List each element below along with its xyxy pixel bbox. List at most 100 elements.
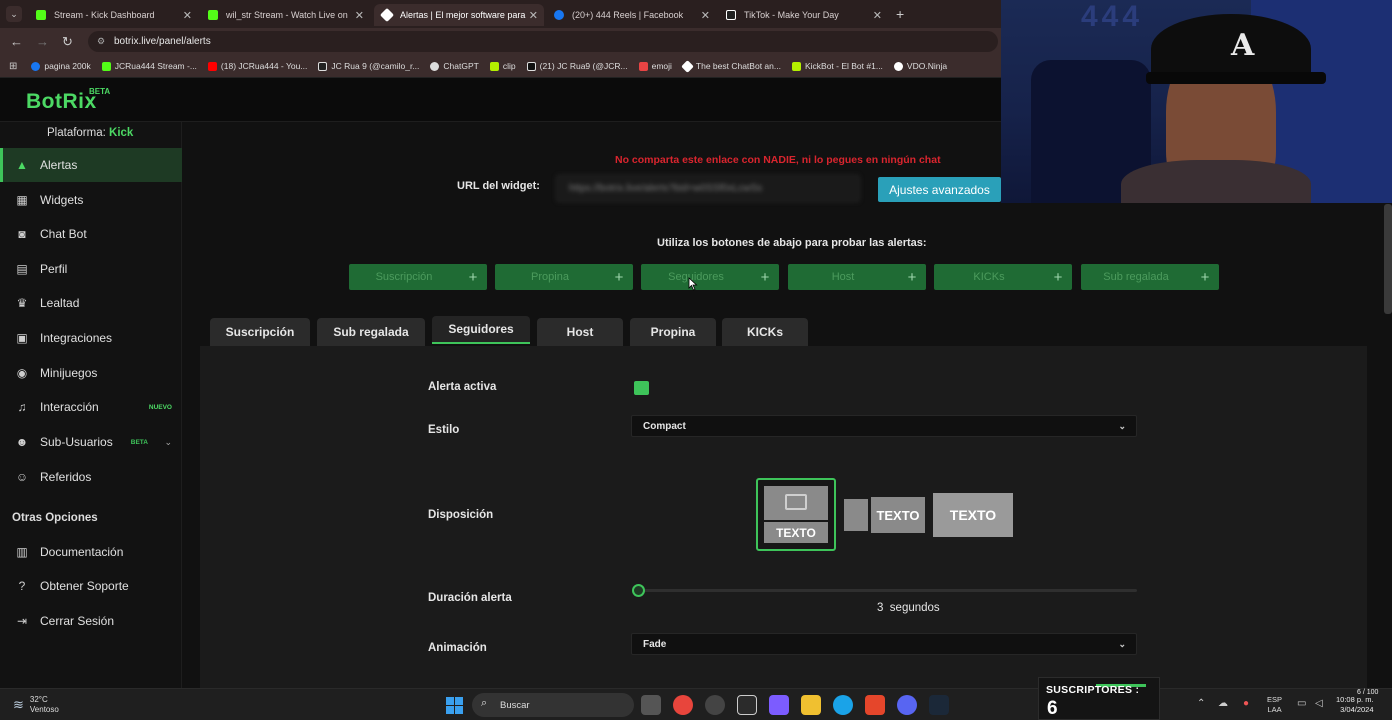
file-explorer-icon[interactable] [801,695,821,715]
style-select[interactable]: Compact ⌄ [631,415,1137,437]
tab-sub-regalada[interactable]: Sub regalada [317,318,425,346]
apps-grid-icon[interactable]: ⊞ [9,61,17,72]
chevron-up-icon[interactable]: ⌃ [1197,698,1205,709]
site-info-icon[interactable]: ⚙ [97,36,105,47]
bookmark[interactable]: VDO.Ninja [893,61,947,71]
bookmark[interactable]: JCRua444 Stream -... [101,61,197,71]
obs-icon[interactable] [705,695,725,715]
test-sub-regalada-button[interactable]: Sub regalada + [1081,264,1219,290]
chevron-down-icon[interactable]: ⌄ [164,437,172,448]
microphone-icon[interactable]: ● [1243,698,1249,709]
active-alert-checkbox[interactable] [634,381,649,395]
taskbar-clock[interactable]: 10:08 p. m. 3/04/2024 [1336,695,1374,715]
brave-icon[interactable] [865,695,885,715]
windows-start-icon[interactable] [446,697,464,714]
test-seguidores-button[interactable]: Seguidores + [641,264,779,290]
tab-title: Stream - Kick Dashboard [54,10,155,20]
test-host-button[interactable]: Host + [788,264,926,290]
browser-tab-alertas[interactable]: Alertas | El mejor software para ✕ [374,4,544,26]
sidebar-item-label: Perfil [40,262,68,276]
temperature: 32°C [29,695,48,704]
test-suscripcion-button[interactable]: Suscripción + [349,264,487,290]
sidebar-item-documentacion[interactable]: ▥ Documentación [0,535,182,569]
weather-widget[interactable]: ≋ 32°C Ventoso [13,695,59,715]
layout-option-image-above-text[interactable]: TEXTO [756,478,836,551]
bookmark[interactable]: clip [489,61,516,71]
close-icon[interactable]: ✕ [873,9,882,22]
close-icon[interactable]: ✕ [183,9,192,22]
sidebar-item-minijuegos[interactable]: ◉ Minijuegos [0,356,182,390]
sidebar-item-perfil[interactable]: ▤ Perfil [0,252,182,286]
new-tab-icon[interactable]: + [896,6,904,22]
layout-text-sample: TEXTO [949,507,997,523]
bookmark[interactable]: The best ChatBot an... [681,59,781,73]
streamlabs-icon[interactable] [737,695,757,715]
music-note-icon: ♫ [17,400,27,414]
botrix-logo[interactable]: BotRix [26,90,97,114]
close-icon[interactable]: ✕ [529,9,538,22]
bookmark[interactable]: (18) JCRua444 - You... [207,61,307,71]
browser-tab-kick-dashboard[interactable]: Stream - Kick Dashboard ✕ [28,4,198,26]
cloud-icon[interactable]: ☁ [1218,698,1228,709]
page-scrollbar[interactable] [1384,204,1392,314]
copilot-icon[interactable] [769,695,789,715]
test-button-label: KICKs [973,271,1005,283]
close-icon[interactable]: ✕ [355,9,364,22]
bookmark[interactable]: emoji [638,61,672,71]
test-propina-button[interactable]: Propina + [495,264,633,290]
sidebar-item-cerrar-sesion[interactable]: ⇥ Cerrar Sesión [0,604,182,638]
sidebar-item-sub-usuarios[interactable]: ☻ Sub-Usuarios BETA ⌄ [0,425,182,459]
sidebar-item-lealtad[interactable]: ♛ Lealtad [0,286,182,320]
tab-propina[interactable]: Propina [630,318,716,346]
sidebar-item-referidos[interactable]: ☺ Referidos [0,460,182,494]
tab-host[interactable]: Host [537,318,623,346]
edge-icon[interactable] [833,695,853,715]
layout-option-text-over-image[interactable]: TEXTO [933,493,1013,537]
discord-icon[interactable] [897,695,917,715]
browser-tab-facebook[interactable]: (20+) 444 Reels | Facebook ✕ [546,4,716,26]
tab-kicks[interactable]: KICKs [722,318,808,346]
sidebar-item-soporte[interactable]: ? Obtener Soporte [0,569,182,603]
url-input[interactable]: ⚙ botrix.live/panel/alerts [88,31,998,52]
taskbar-search[interactable]: ⌕ Buscar [472,693,634,717]
advanced-settings-button[interactable]: Ajustes avanzados [878,177,1001,202]
network-icon[interactable]: ▭ [1297,698,1306,709]
widget-url-field[interactable]: https://botrix.live/alerts?bid=w0SSf0xLc… [556,175,860,202]
kick-icon [208,10,218,20]
test-kicks-button[interactable]: KICKs + [934,264,1072,290]
browser-tab-wil-str[interactable]: wil_str Stream - Watch Live on ✕ [200,4,370,26]
reload-icon[interactable]: ↻ [62,34,73,50]
plus-icon: + [614,268,624,286]
duration-slider-thumb[interactable] [632,584,645,597]
bookmark[interactable]: ChatGPT [430,61,479,71]
widget-url-value: https://botrix.live/alerts?bid=w0SSf0xLc… [569,183,763,194]
language-indicator[interactable]: ESP LAA [1267,695,1282,715]
steam-icon[interactable] [929,695,949,715]
forward-icon[interactable]: → [36,34,49,49]
browser-tab-tiktok[interactable]: TikTok - Make Your Day ✕ [718,4,888,26]
duration-slider-track[interactable] [639,589,1137,592]
task-view-icon[interactable] [641,695,661,715]
logout-icon: ⇥ [16,614,28,628]
tab-suscripcion[interactable]: Suscripción [210,318,310,346]
bookmark[interactable]: KickBot - El Bot #1... [791,61,883,71]
duration-unit: segundos [889,602,940,614]
volume-icon[interactable]: ◁ [1315,698,1323,709]
back-icon[interactable]: ← [10,34,23,49]
bookmark-label: The best ChatBot an... [695,61,781,71]
platform-label: Plataforma: [47,127,106,139]
layout-option-image-left-of-text[interactable]: TEXTO [844,497,925,533]
tab-seguidores[interactable]: Seguidores [432,316,530,344]
bookmark[interactable]: (21) JC Rua9 (@JCR... [526,61,628,71]
chrome-icon[interactable] [673,695,693,715]
bookmark[interactable]: JC Rua 9 (@camilo_r... [318,61,419,71]
sidebar-item-widgets[interactable]: ▦ Widgets [0,183,182,217]
sidebar-item-alertas[interactable]: ▲ Alertas [0,148,182,182]
sidebar-item-chat-bot[interactable]: ◙ Chat Bot [0,217,182,251]
bookmark[interactable]: pagina 200k [31,61,91,71]
sidebar-item-integraciones[interactable]: ▣ Integraciones [0,321,182,355]
sidebar-item-interaccion[interactable]: ♫ Interacción NUEVO [0,390,182,424]
animation-select[interactable]: Fade ⌄ [631,633,1137,655]
close-icon[interactable]: ✕ [701,9,710,22]
tab-search-icon[interactable]: ⌄ [6,6,22,22]
